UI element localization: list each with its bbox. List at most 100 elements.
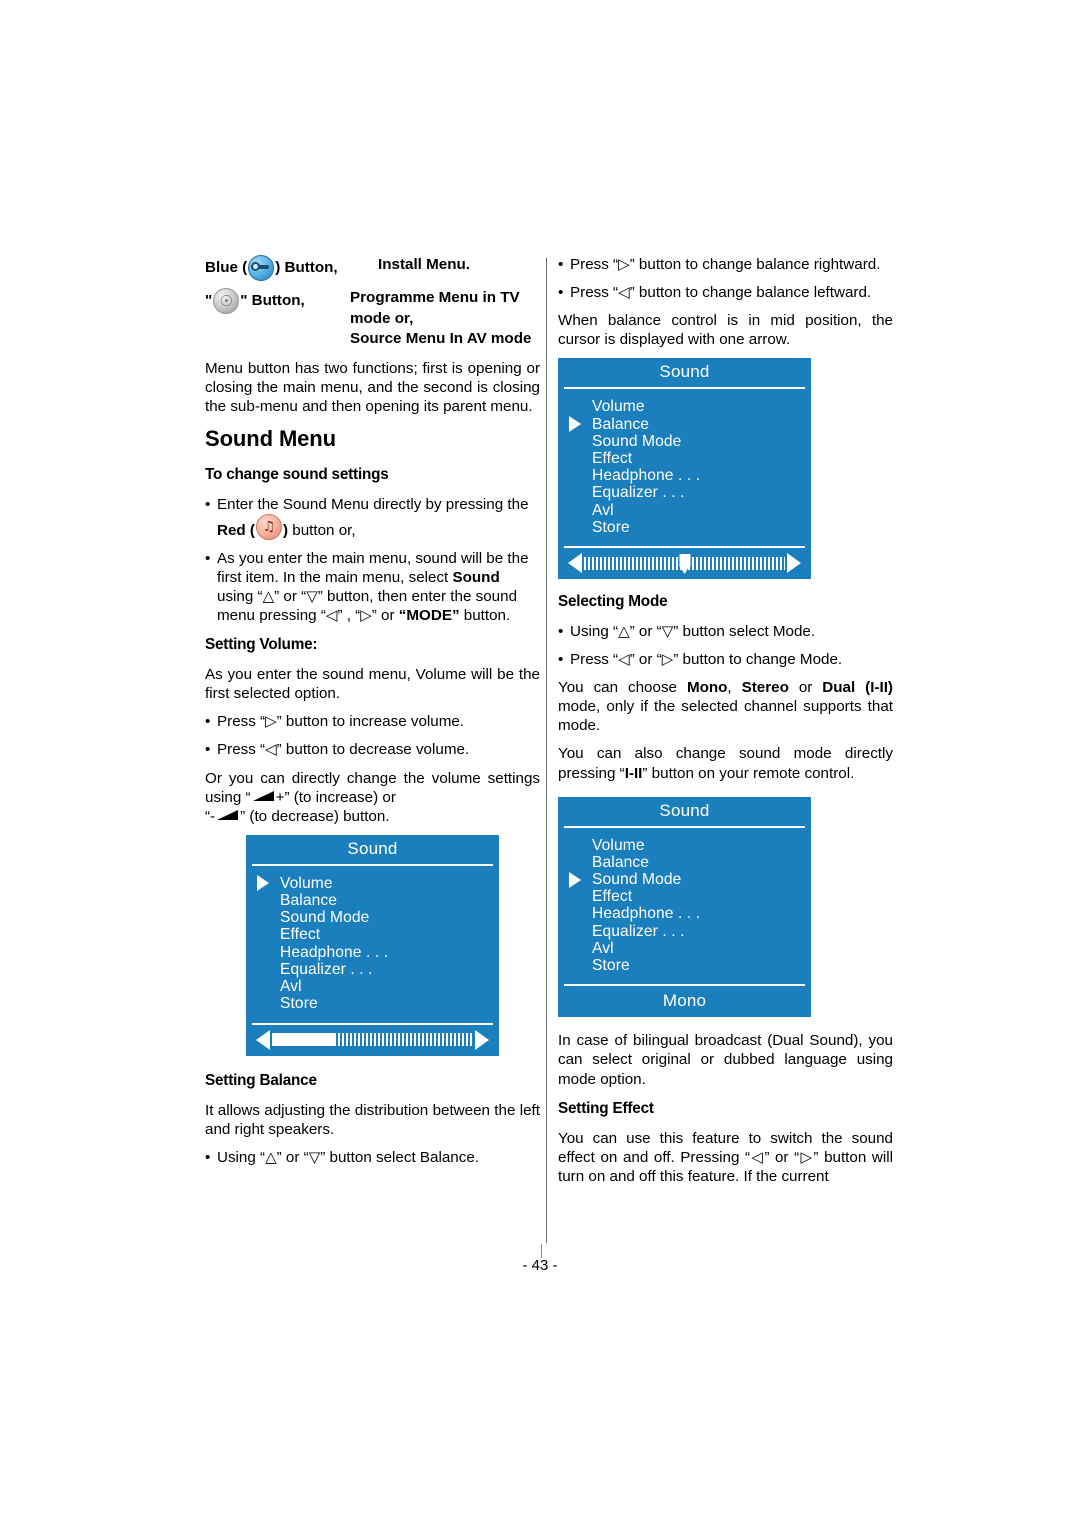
bullet-text: ” , “ bbox=[337, 607, 361, 625]
subheading-setting-effect: Setting Effect bbox=[558, 1099, 654, 1117]
osd-item-store[interactable]: Store bbox=[558, 957, 811, 974]
osd-item-balance[interactable]: Balance bbox=[558, 416, 811, 433]
table-row: " ☉ " Button, Programme Menu in TV mode or… bbox=[205, 288, 540, 350]
selection-caret-icon bbox=[569, 871, 581, 888]
button-function-table: Blue () Button, Install Menu. " ☉ " Button… bbox=[205, 255, 540, 350]
osd-item-label: Store bbox=[592, 957, 630, 975]
bullet-dot-icon: • bbox=[205, 741, 211, 759]
osd-item-headphone[interactable]: Headphone . . . bbox=[246, 944, 499, 961]
osd-item-effect[interactable]: Effect bbox=[246, 926, 499, 943]
intro-paragraph: Menu button has two functions; first is … bbox=[205, 359, 540, 415]
osd-item-avl[interactable]: Avl bbox=[558, 502, 811, 519]
osd-item-effect[interactable]: Effect bbox=[558, 450, 811, 467]
music-note-glyph: ♫ bbox=[262, 518, 276, 535]
bold-sound: Sound bbox=[452, 569, 500, 587]
osd-item-headphone[interactable]: Headphone . . . bbox=[558, 467, 811, 484]
osd-item-label: Effect bbox=[592, 449, 633, 467]
subheading-setting-volume: Setting Volume: bbox=[205, 636, 318, 654]
bullet-text: ” button select Mode. bbox=[673, 623, 816, 641]
osd-item-equalizer[interactable]: Equalizer . . . bbox=[558, 484, 811, 501]
osd-item-store[interactable]: Store bbox=[558, 519, 811, 536]
osd-item-label: Equalizer . . . bbox=[592, 484, 685, 502]
left-arrow-icon: ◁ bbox=[325, 606, 338, 625]
slider-right-arrow-icon[interactable] bbox=[787, 553, 801, 574]
bullet-text: Enter the Sound Menu directly by pressin… bbox=[217, 495, 529, 513]
bullet-text: ” or “ bbox=[274, 588, 307, 606]
osd-item-balance[interactable]: Balance bbox=[558, 854, 811, 871]
osd-item-volume[interactable]: Volume bbox=[558, 398, 811, 415]
bullet-dot-icon: • bbox=[205, 713, 211, 731]
list-item: • As you enter the main menu, sound will … bbox=[205, 549, 540, 625]
right-arrow-icon: ▷ bbox=[265, 712, 277, 731]
volume-slider-track[interactable] bbox=[272, 1033, 473, 1047]
bilingual-paragraph: In case of bilingual broadcast (Dual Sou… bbox=[558, 1032, 893, 1088]
key-prefix-text: Blue ( bbox=[205, 258, 248, 276]
osd-item-sound-mode[interactable]: Sound Mode bbox=[558, 433, 811, 450]
direct-mode-paragraph: You can also change sound mode directly … bbox=[558, 744, 893, 782]
bullet-text: ” button to decrease volume. bbox=[276, 741, 470, 759]
osd-item-avl[interactable]: Avl bbox=[558, 940, 811, 957]
osd-item-label: Sound Mode bbox=[592, 432, 682, 450]
slider-left-arrow-icon[interactable] bbox=[568, 553, 582, 574]
osd-item-balance[interactable]: Balance bbox=[246, 892, 499, 909]
osd-item-label: Effect bbox=[592, 888, 633, 906]
osd-item-effect[interactable]: Effect bbox=[558, 888, 811, 905]
balance-slider-marker[interactable] bbox=[679, 553, 690, 567]
osd-item-label: Equalizer . . . bbox=[280, 960, 373, 978]
bullet-text: ” button to change Mode. bbox=[673, 651, 843, 669]
up-arrow-icon: △ bbox=[265, 1147, 277, 1166]
balance-paragraph: It allows adjusting the distribution bet… bbox=[205, 1101, 540, 1138]
osd-item-volume[interactable]: Volume bbox=[246, 875, 499, 892]
key-suffix-text: " Button, bbox=[240, 291, 305, 309]
footer-rule bbox=[541, 1244, 542, 1258]
osd-item-label: Headphone . . . bbox=[592, 467, 701, 485]
osd-item-label: Volume bbox=[592, 836, 645, 854]
list-item: • Press “◁” button to change balance left… bbox=[558, 283, 893, 302]
osd-title: Sound bbox=[564, 797, 805, 828]
osd-sound-menu-mode: Sound Volume Balance Sound Mode Effect H… bbox=[558, 796, 811, 1018]
button-function-cell: Programme Menu in TV mode or, Source Men… bbox=[350, 288, 540, 350]
bold-mono: Mono bbox=[686, 679, 728, 697]
down-arrow-icon: ▽ bbox=[308, 1147, 321, 1166]
blue-round-button-icon bbox=[248, 255, 275, 281]
right-arrow-icon: ▷ bbox=[360, 606, 372, 625]
osd-item-label: Avl bbox=[592, 939, 614, 957]
osd-item-sound-mode[interactable]: Sound Mode bbox=[558, 871, 811, 888]
osd-slider-row[interactable] bbox=[564, 546, 805, 579]
up-arrow-icon: △ bbox=[262, 587, 275, 606]
osd-sound-menu-balance: Sound Volume Balance Sound Mode Effect H… bbox=[558, 358, 811, 580]
bullet-text-tail: button or, bbox=[288, 521, 356, 539]
function-line: Install Menu. bbox=[378, 256, 470, 273]
subheading-selecting-mode: Selecting Mode bbox=[558, 593, 668, 611]
volume-slider-dashes bbox=[334, 1033, 473, 1047]
down-arrow-icon: ▽ bbox=[306, 587, 318, 606]
bullet-text: Using “ bbox=[217, 1148, 266, 1166]
right-arrow-icon: ▷ bbox=[661, 650, 674, 669]
bullet-text: ” or “ bbox=[276, 1148, 309, 1166]
osd-item-list: Volume Balance Sound Mode Effect Headpho… bbox=[246, 866, 499, 1023]
osd-slider-row[interactable] bbox=[252, 1022, 493, 1056]
left-arrow-icon: ◁ bbox=[618, 283, 630, 302]
bullet-text: button. bbox=[459, 607, 511, 625]
choose-mode-paragraph: You can choose Mono, Stereo or Dual (I-I… bbox=[558, 678, 893, 735]
text: , bbox=[727, 679, 742, 697]
bold-i-ii: I-II bbox=[624, 764, 643, 782]
balance-slider-track[interactable] bbox=[584, 553, 785, 570]
bold-dual-i-ii: (I-II) bbox=[865, 679, 893, 697]
list-item: • Press “▷” button to change balance righ… bbox=[558, 255, 893, 274]
slider-left-arrow-icon[interactable] bbox=[256, 1029, 270, 1050]
osd-item-equalizer[interactable]: Equalizer . . . bbox=[246, 961, 499, 978]
osd-item-store[interactable]: Store bbox=[246, 995, 499, 1012]
slider-right-arrow-icon[interactable] bbox=[475, 1029, 489, 1050]
osd-item-avl[interactable]: Avl bbox=[246, 978, 499, 995]
osd-item-equalizer[interactable]: Equalizer . . . bbox=[558, 923, 811, 940]
osd-item-sound-mode[interactable]: Sound Mode bbox=[246, 909, 499, 926]
bullet-text: ” button to change balance leftward. bbox=[629, 284, 872, 302]
list-item: • Using “△” or “▽” button select Mode. bbox=[558, 622, 893, 641]
text: or bbox=[788, 679, 823, 697]
osd-item-headphone[interactable]: Headphone . . . bbox=[558, 905, 811, 922]
bullet-text: ” or “ bbox=[629, 623, 662, 641]
osd-item-volume[interactable]: Volume bbox=[558, 837, 811, 854]
subheading-change-sound-settings: To change sound settings bbox=[205, 465, 389, 483]
osd-item-label: Volume bbox=[592, 398, 645, 416]
